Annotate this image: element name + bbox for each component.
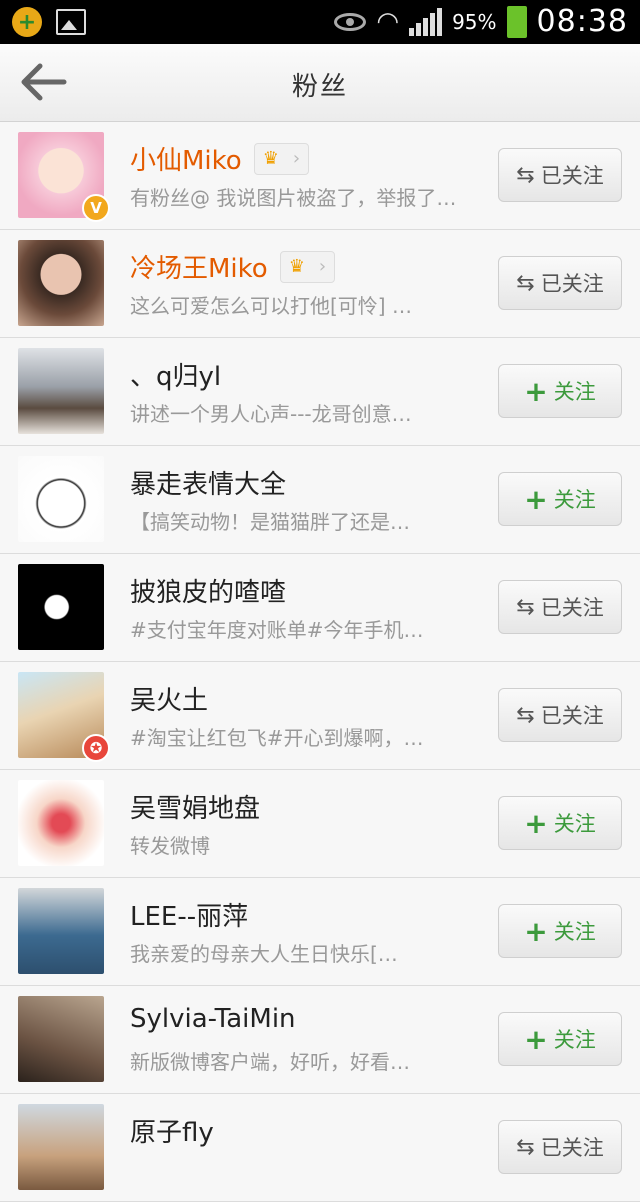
vip-crown-button[interactable]: ♛ › [253,142,310,175]
status-bar: + ◠ 95% 08:38 [0,0,640,44]
fan-row[interactable]: 披狼皮的喳喳 #支付宝年度对账单#今年手机… ⇆ 已关注 [0,554,640,662]
fan-name[interactable]: 原子fly [130,1112,214,1149]
follow-button-label: 关注 [553,380,596,404]
fan-row[interactable]: Sylvia-TaiMin 新版微博客户端，好听，好看… + 关注 [0,986,640,1094]
avatar[interactable] [18,888,104,974]
mutual-follow-icon: ⇆ [516,162,535,188]
fan-name-text: 吴火土 [130,686,209,716]
fan-name[interactable]: 、q归yl [130,356,221,393]
plus-icon: + [524,806,548,840]
fan-name[interactable]: 披狼皮的喳喳 [130,572,286,609]
follow-button-label: 已关注 [540,272,604,296]
follow-button-label: 已关注 [540,164,604,188]
plus-icon: + [524,1022,548,1056]
follow-button[interactable]: + 关注 [498,796,622,850]
fan-list: V 小仙Miko ♛ › 有粉丝@ 我说图片被盗了，举报了… ⇆ 已关注 冷场王Miko ♛ › 这… [0,122,640,1202]
follow-button-label: 已关注 [540,596,604,620]
fan-row[interactable]: ✪ 吴火土 #淘宝让红包飞#开心到爆啊，… ⇆ 已关注 [0,662,640,770]
fan-latest-post: 新版微博客户端，好听，好看… [130,1050,410,1074]
fan-latest-post: #淘宝让红包飞#开心到爆啊，… [130,726,424,750]
fan-name[interactable]: 吴火土 [130,680,208,717]
battery-percent: 95% [452,9,497,34]
follow-button[interactable]: + 关注 [498,472,622,526]
mutual-follow-icon: ⇆ [516,1134,535,1160]
fan-name-text: Sylvia-TaiMin [130,1004,296,1034]
wifi-icon: ◠ [376,6,400,37]
avatar[interactable] [18,780,104,866]
fan-latest-post: 有粉丝@ 我说图片被盗了，举报了… [130,186,457,210]
follow-button-label: 已关注 [540,704,604,728]
fan-row[interactable]: 暴走表情大全【搞笑动物！是猫猫胖了还是… + 关注 [0,446,640,554]
plus-icon: + [524,374,548,408]
fan-row[interactable]: LEE--丽萍我亲爱的母亲大人生日快乐[… + 关注 [0,878,640,986]
fan-latest-post: 【搞笑动物！是猫猫胖了还是… [130,510,410,534]
follow-button-label: 关注 [553,1028,596,1052]
chevron-right-icon: › [318,256,327,277]
eye-icon [334,12,367,31]
fan-latest-post: 这么可爱怎么可以打他[可怜] … [130,294,412,318]
app-notification-icon: + [12,7,42,37]
plus-icon: + [524,482,548,516]
signal-icon [409,7,443,36]
fan-latest-post: #支付宝年度对账单#今年手机… [130,618,424,642]
fan-name[interactable]: 冷场王Miko ♛ › [130,248,336,285]
following-button[interactable]: ⇆ 已关注 [498,1120,622,1174]
verified-badge-icon: V [82,194,110,222]
fan-name-text: 披狼皮的喳喳 [130,578,287,608]
fan-name-text: LEE--丽萍 [130,902,249,932]
avatar[interactable] [18,996,104,1082]
fan-latest-post: 我亲爱的母亲大人生日快乐[… [130,942,398,966]
follow-button[interactable]: + 关注 [498,364,622,418]
fan-latest-post: 转发微博 [130,834,210,858]
fan-name-text: 原子fly [130,1118,214,1148]
follow-button-label: 关注 [553,920,596,944]
avatar[interactable] [18,240,104,326]
avatar[interactable] [18,1104,104,1190]
title-bar: 粉丝 [0,44,640,122]
mutual-follow-icon: ⇆ [516,702,535,728]
mutual-follow-icon: ⇆ [516,270,535,296]
fan-name-text: 、q归yl [130,362,222,392]
page-title: 粉丝 [291,72,348,102]
fan-row[interactable]: 吴雪娟地盘转发微博 + 关注 [0,770,640,878]
crown-icon: ♛ [288,256,305,277]
avatar[interactable] [18,456,104,542]
fan-row[interactable]: 原子fly ⇆ 已关注 [0,1094,640,1202]
plus-icon: + [524,914,548,948]
fan-name[interactable]: LEE--丽萍 [130,896,248,933]
star-badge-icon: ✪ [82,734,110,762]
battery-icon [506,5,527,38]
following-button[interactable]: ⇆ 已关注 [498,148,622,202]
fan-name-text: 吴雪娟地盘 [130,794,261,824]
fan-name[interactable]: 吴雪娟地盘 [130,788,260,825]
fan-name-text: 小仙Miko [130,146,242,176]
following-button[interactable]: ⇆ 已关注 [498,256,622,310]
vip-crown-button[interactable]: ♛ › [279,250,336,283]
fan-row[interactable]: 冷场王Miko ♛ › 这么可爱怎么可以打他[可怜] … ⇆ 已关注 [0,230,640,338]
fan-name[interactable]: 暴走表情大全 [130,464,286,501]
mutual-follow-icon: ⇆ [516,594,535,620]
crown-icon: ♛ [262,148,279,169]
avatar[interactable] [18,564,104,650]
avatar[interactable] [18,348,104,434]
follow-button-label: 关注 [553,812,596,836]
following-button[interactable]: ⇆ 已关注 [498,688,622,742]
fan-name[interactable]: 小仙Miko ♛ › [130,140,310,177]
following-button[interactable]: ⇆ 已关注 [498,580,622,634]
chevron-right-icon: › [292,148,301,169]
gallery-icon [56,9,86,35]
clock: 08:38 [536,4,628,39]
fan-latest-post: 讲述一个男人心声---龙哥创意… [130,402,412,426]
follow-button[interactable]: + 关注 [498,904,622,958]
follow-button[interactable]: + 关注 [498,1012,622,1066]
follow-button-label: 关注 [553,488,596,512]
fan-name-text: 冷场王Miko [130,254,268,284]
fan-row[interactable]: V 小仙Miko ♛ › 有粉丝@ 我说图片被盗了，举报了… ⇆ 已关注 [0,122,640,230]
fan-row[interactable]: 、q归yl 讲述一个男人心声---龙哥创意… + 关注 [0,338,640,446]
fan-name-text: 暴走表情大全 [130,470,287,500]
fan-name[interactable]: Sylvia-TaiMin [130,1004,296,1034]
